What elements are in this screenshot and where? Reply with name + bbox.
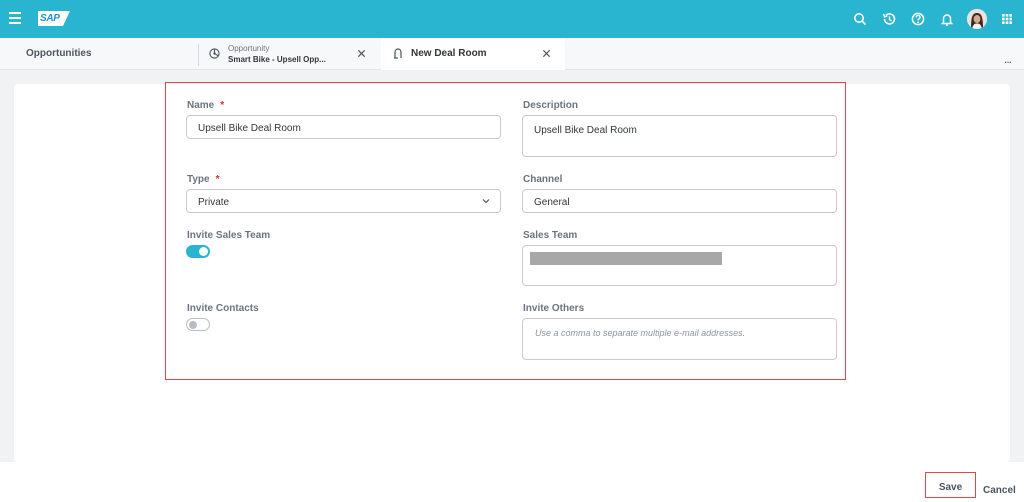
overflow-menu-icon[interactable]: ... xyxy=(1004,52,1012,66)
help-icon[interactable] xyxy=(910,11,926,27)
cancel-button[interactable]: Cancel xyxy=(983,485,1016,496)
tab-opportunity[interactable]: Opportunity Smart Bike - Upsell Opp... xyxy=(199,38,381,69)
description-label: Description xyxy=(523,100,579,111)
invite-sales-team-toggle[interactable] xyxy=(186,245,210,258)
invite-contacts-toggle[interactable] xyxy=(186,318,210,331)
channel-label: Channel xyxy=(523,174,563,185)
close-icon[interactable] xyxy=(357,49,366,58)
tab-new-deal-room-label: New Deal Room xyxy=(411,48,487,59)
chevron-down-icon[interactable] xyxy=(482,198,490,204)
required-marker: * xyxy=(220,100,225,111)
invite-others-textarea[interactable]: Use a comma to separate multiple e-mail … xyxy=(522,318,837,360)
tab-opportunity-title: Smart Bike - Upsell Opp... xyxy=(228,55,326,64)
tab-new-deal-room[interactable]: New Deal Room xyxy=(381,38,565,70)
channel-input[interactable]: General xyxy=(522,189,837,213)
toggle-knob xyxy=(189,320,197,329)
invite-others-placeholder: Use a comma to separate multiple e-mail … xyxy=(535,328,746,338)
name-input[interactable]: Upsell Bike Deal Room xyxy=(186,115,501,139)
shell-bar: SAP xyxy=(0,0,1024,38)
footer-bar xyxy=(0,462,1024,502)
tab-opportunities[interactable]: Opportunities xyxy=(26,48,92,59)
description-value: Upsell Bike Deal Room xyxy=(534,125,637,136)
name-label: Name * xyxy=(187,100,225,111)
sap-logo[interactable]: SAP xyxy=(38,11,70,26)
redacted-sales-team xyxy=(530,252,722,265)
history-icon[interactable] xyxy=(881,11,897,27)
toggle-knob xyxy=(199,247,208,256)
description-textarea[interactable]: Upsell Bike Deal Room xyxy=(522,115,837,157)
menu-icon[interactable] xyxy=(9,12,21,24)
notification-icon[interactable] xyxy=(939,11,955,27)
deal-room-icon xyxy=(394,48,402,59)
sales-team-label: Sales Team xyxy=(523,230,578,241)
invite-contacts-label: Invite Contacts xyxy=(187,303,259,314)
invite-others-label: Invite Others xyxy=(523,303,585,314)
channel-value: General xyxy=(534,197,570,208)
search-icon[interactable] xyxy=(852,11,868,27)
save-button[interactable]: Save xyxy=(925,472,976,498)
avatar[interactable] xyxy=(967,9,987,29)
close-icon[interactable] xyxy=(542,49,551,58)
type-label: Type * xyxy=(187,174,220,185)
name-input-value: Upsell Bike Deal Room xyxy=(198,123,301,134)
type-select[interactable]: Private xyxy=(186,189,501,213)
tab-opportunity-type: Opportunity xyxy=(228,44,270,53)
opportunity-icon xyxy=(209,48,220,59)
user-photo-icon xyxy=(967,9,987,29)
sales-team-field[interactable] xyxy=(522,245,837,286)
invite-sales-team-label: Invite Sales Team xyxy=(187,230,271,241)
tab-bar: Opportunities Opportunity Smart Bike - U… xyxy=(0,38,1024,70)
logo-text: SAP xyxy=(40,13,60,24)
app-grid-icon[interactable] xyxy=(999,11,1015,27)
required-marker: * xyxy=(215,174,220,185)
type-select-value: Private xyxy=(198,197,230,208)
